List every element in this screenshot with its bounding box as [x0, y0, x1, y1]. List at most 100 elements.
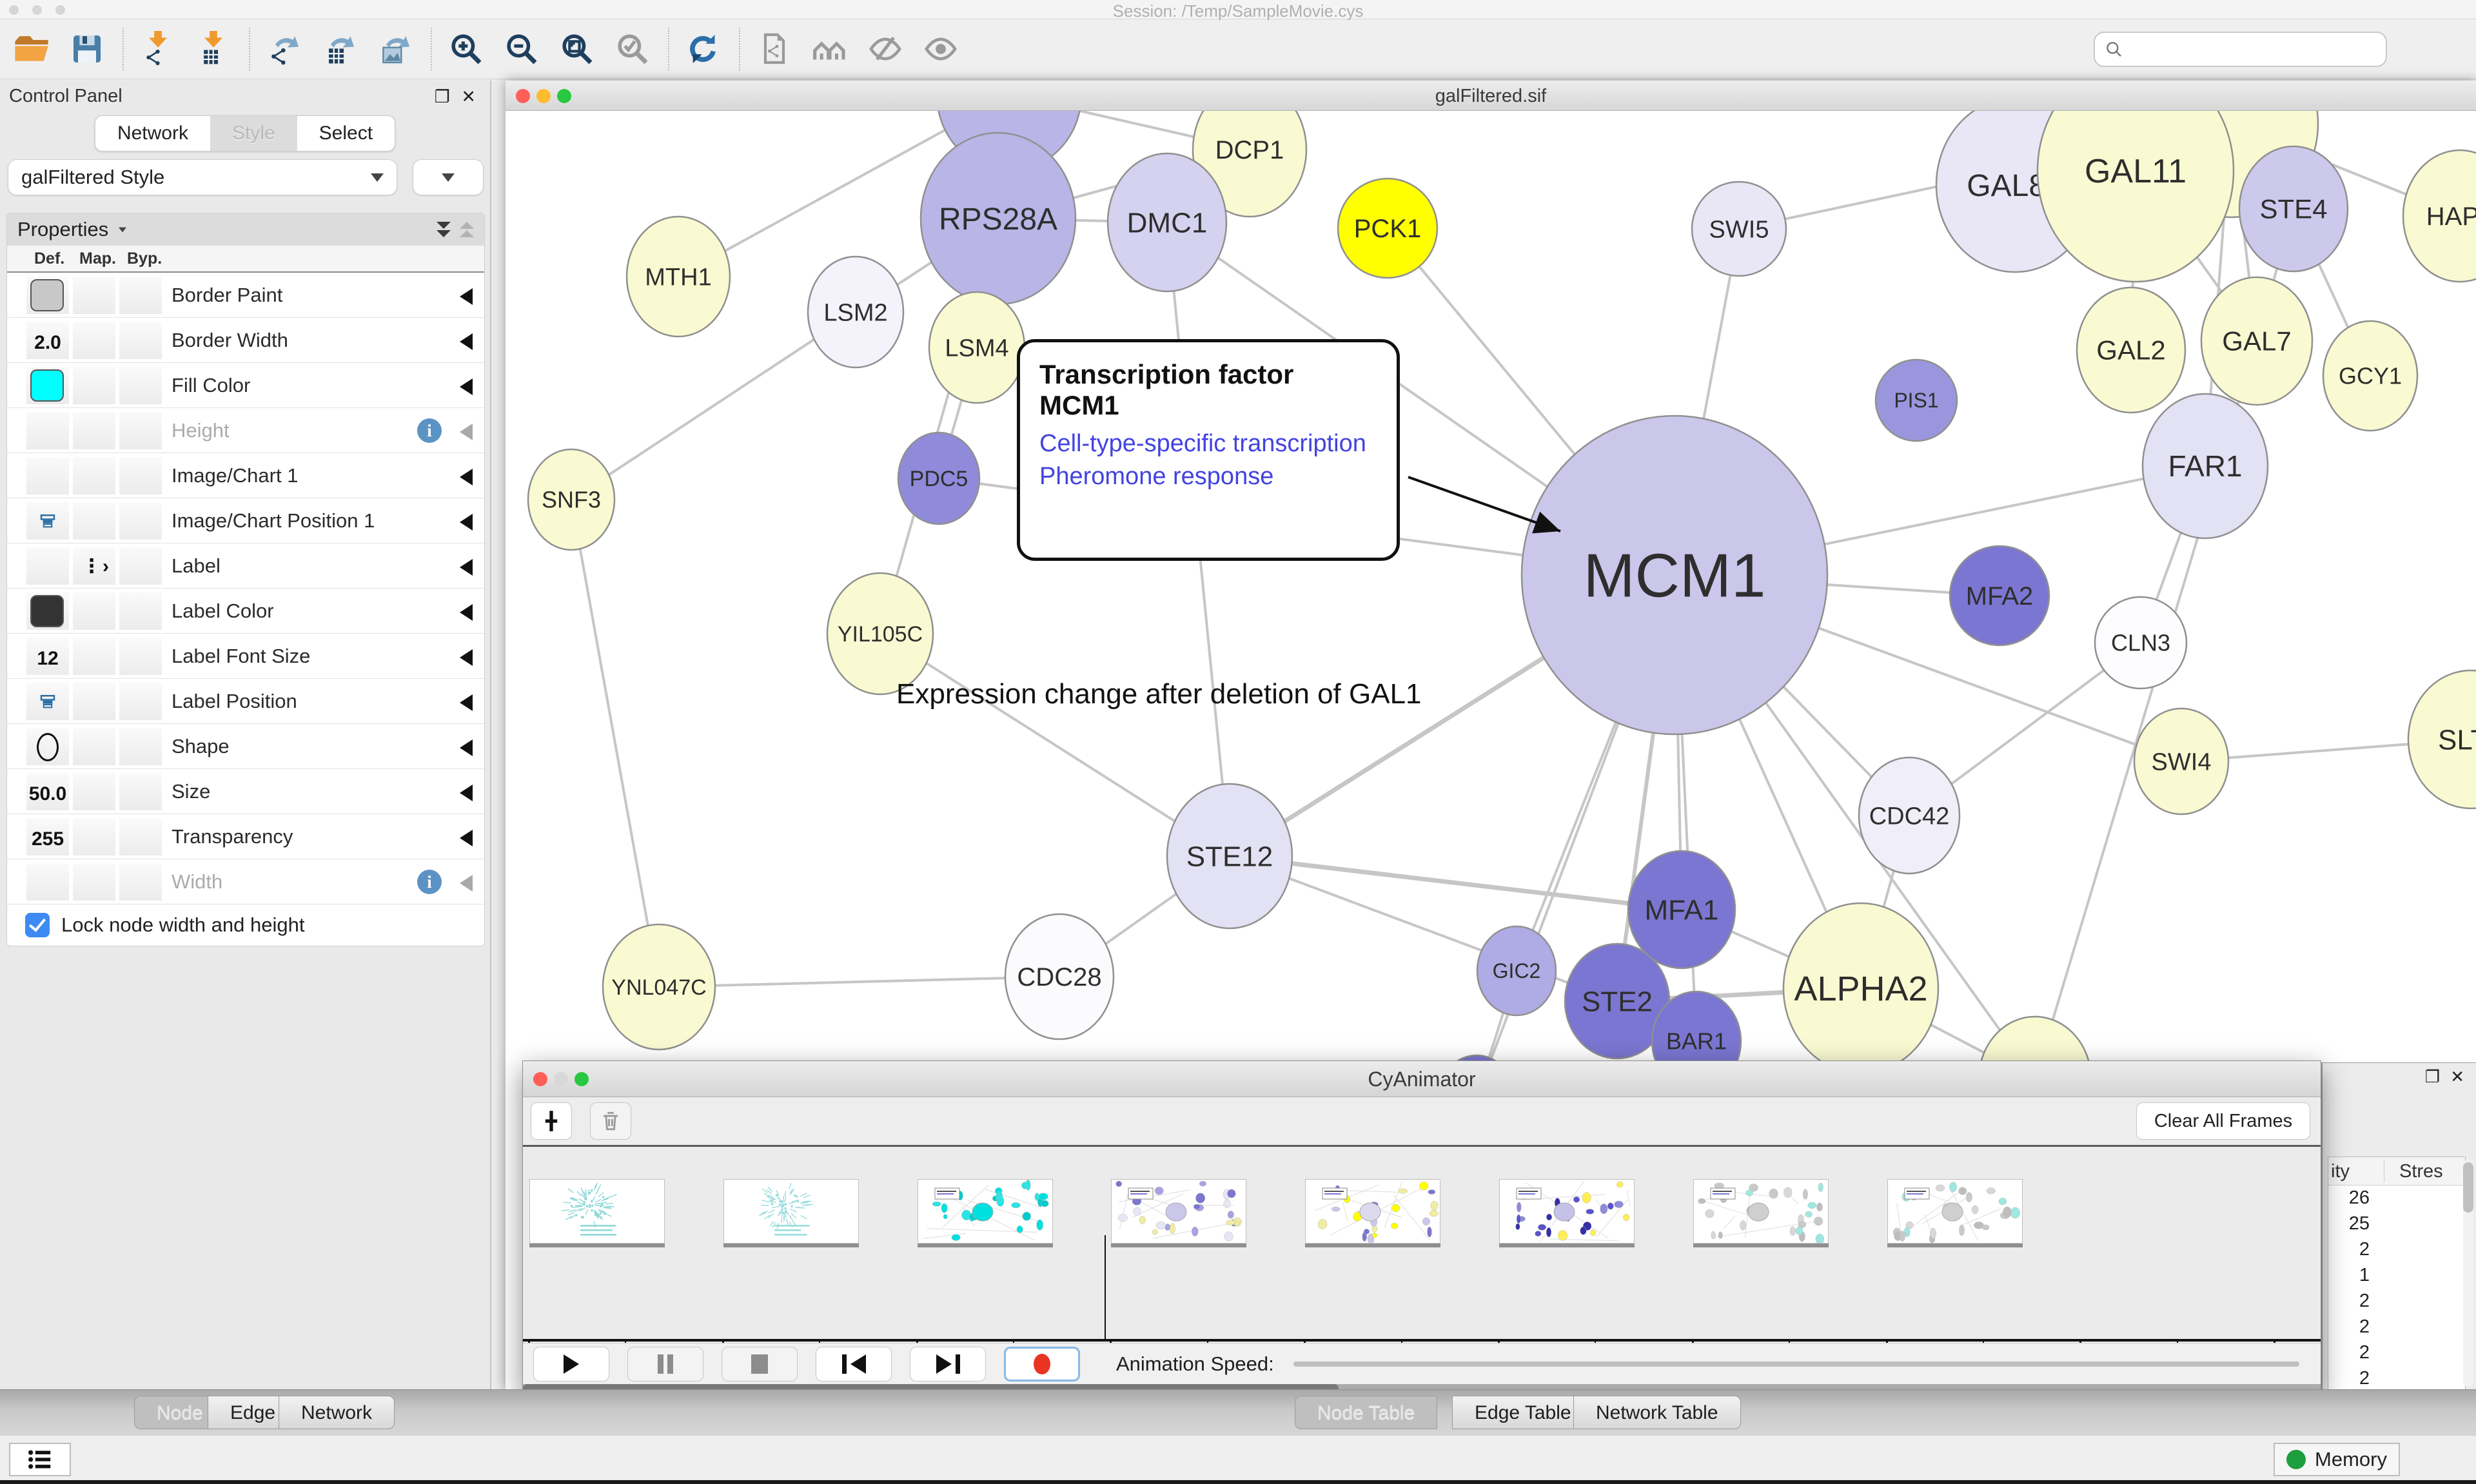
search-field[interactable]: [2125, 39, 2370, 60]
network-snapshot-button[interactable]: [754, 29, 794, 69]
style-options-button[interactable]: [413, 159, 484, 195]
bypass-cell[interactable]: [119, 367, 162, 404]
record-button[interactable]: [1004, 1347, 1080, 1381]
expand-property-icon[interactable]: [460, 288, 473, 305]
default-value-cell[interactable]: [26, 592, 69, 630]
property-row-label-color[interactable]: Label Color: [7, 589, 484, 634]
default-value-cell[interactable]: [26, 277, 69, 314]
status-menu-button[interactable]: [9, 1443, 71, 1476]
expand-property-icon[interactable]: [460, 694, 473, 711]
network-node-ALPHA2[interactable]: ALPHA2: [1783, 903, 1938, 1073]
network-node-GIC2[interactable]: GIC2: [1477, 926, 1556, 1015]
network-node-DMC1[interactable]: DMC1: [1108, 153, 1226, 291]
expand-property-icon[interactable]: [460, 559, 473, 576]
timeline-playhead[interactable]: [1105, 1235, 1106, 1340]
mapping-cell[interactable]: [73, 818, 115, 855]
network-node-STE12[interactable]: STE12: [1167, 784, 1292, 928]
panel-tab-network[interactable]: Network: [279, 1396, 395, 1429]
network-node-SNF3[interactable]: SNF3: [528, 449, 614, 550]
bypass-cell[interactable]: [119, 773, 162, 810]
collapse-all-icon[interactable]: [460, 222, 474, 237]
default-value-cell[interactable]: 255: [26, 818, 69, 855]
cyanimator-titlebar[interactable]: CyAnimator: [523, 1061, 2321, 1097]
table-row[interactable]: 2: [2328, 1340, 2465, 1366]
property-row-image-chart-position-1[interactable]: Image/Chart Position 1: [7, 498, 484, 543]
float-panel-icon[interactable]: ❐: [2425, 1067, 2440, 1087]
network-window-titlebar[interactable]: galFiltered.sif: [506, 81, 2476, 111]
default-value-cell[interactable]: [26, 502, 69, 540]
stop-button[interactable]: [722, 1347, 798, 1381]
frame-thumbnail-0[interactable]: [529, 1179, 665, 1244]
maximize-window-icon[interactable]: [557, 89, 571, 103]
bypass-cell[interactable]: [119, 818, 162, 855]
expand-property-icon[interactable]: [460, 378, 473, 395]
network-node-SWI4[interactable]: SWI4: [2134, 708, 2228, 814]
minimize-window-icon[interactable]: [536, 89, 551, 103]
open-session-button[interactable]: [12, 29, 52, 69]
network-edge[interactable]: [571, 312, 856, 500]
bypass-cell[interactable]: [119, 502, 162, 540]
maximize-window-icon[interactable]: [575, 1072, 589, 1086]
zoom-out-button[interactable]: [502, 29, 542, 69]
mapping-cell[interactable]: [73, 592, 115, 630]
network-node-YNL047C[interactable]: YNL047C: [603, 924, 715, 1050]
network-node-PCK1[interactable]: PCK1: [1338, 179, 1437, 278]
float-panel-icon[interactable]: ❐: [435, 87, 450, 107]
bypass-cell[interactable]: [119, 638, 162, 675]
property-row-transparency[interactable]: 255Transparency: [7, 814, 484, 859]
tab-network-table[interactable]: Network Table: [1573, 1396, 1741, 1429]
property-row-border-width[interactable]: 2.0Border Width: [7, 318, 484, 363]
property-row-image-chart-1[interactable]: Image/Chart 1: [7, 453, 484, 498]
bypass-cell[interactable]: [119, 728, 162, 765]
mapping-cell[interactable]: [73, 367, 115, 404]
property-row-fill-color[interactable]: Fill Color: [7, 363, 484, 408]
lock-dimensions-checkbox[interactable]: [25, 913, 50, 937]
default-value-cell[interactable]: [26, 863, 69, 901]
network-edge[interactable]: [659, 977, 1059, 987]
network-node-MTH1[interactable]: MTH1: [627, 217, 730, 337]
mapping-cell[interactable]: [73, 773, 115, 810]
network-node-GAL11[interactable]: GAL11: [2038, 111, 2234, 282]
close-window-icon[interactable]: [516, 89, 530, 103]
expand-property-icon[interactable]: [460, 785, 473, 801]
table-row[interactable]: 26: [2328, 1186, 2465, 1211]
expand-property-icon[interactable]: [460, 469, 473, 485]
property-row-width[interactable]: Widthi: [7, 859, 484, 904]
tab-network[interactable]: Network: [95, 116, 210, 151]
annotation-link[interactable]: Cell-type-specific transcription: [1039, 430, 1377, 458]
network-node-CDC28[interactable]: CDC28: [1005, 914, 1114, 1039]
save-session-button[interactable]: [67, 29, 107, 69]
network-node-HAP2[interactable]: HAP2: [2403, 150, 2476, 282]
mapping-cell[interactable]: [73, 277, 115, 314]
network-node-LSM4[interactable]: LSM4: [929, 292, 1025, 403]
properties-header[interactable]: Properties: [7, 213, 484, 246]
play-button[interactable]: [533, 1347, 609, 1381]
export-network-button[interactable]: [264, 29, 304, 69]
bypass-cell[interactable]: [119, 863, 162, 901]
memory-button[interactable]: Memory: [2274, 1443, 2400, 1476]
tab-node-table[interactable]: Node Table: [1295, 1396, 1437, 1429]
pause-button[interactable]: [627, 1347, 703, 1381]
property-row-size[interactable]: 50.0Size: [7, 769, 484, 814]
network-node-MCM1[interactable]: MCM1: [1522, 416, 1827, 734]
expand-property-icon[interactable]: [460, 514, 473, 531]
mapping-cell[interactable]: ⋮›: [73, 547, 115, 585]
timeline[interactable]: 0123456789 Seconds: [523, 1147, 2321, 1343]
expand-property-icon[interactable]: [460, 739, 473, 756]
search-input[interactable]: [2094, 32, 2387, 67]
frame-thumbnail-7[interactable]: [1887, 1179, 2023, 1244]
property-row-label-position[interactable]: Label Position: [7, 679, 484, 724]
mapping-cell[interactable]: [73, 502, 115, 540]
expand-all-icon[interactable]: [437, 222, 451, 237]
table-row[interactable]: 2: [2328, 1366, 2465, 1390]
network-node-LSM2[interactable]: LSM2: [808, 257, 903, 367]
expand-property-icon[interactable]: [460, 830, 473, 846]
refresh-styles-button[interactable]: [683, 29, 723, 69]
network-node-GAL7[interactable]: GAL7: [2201, 277, 2312, 405]
network-node-SWI5[interactable]: SWI5: [1692, 182, 1786, 276]
annotation-box[interactable]: Transcription factor MCM1 Cell-type-spec…: [1017, 339, 1400, 561]
mapping-cell[interactable]: [73, 322, 115, 359]
animation-speed-slider[interactable]: [1293, 1362, 2299, 1367]
bypass-cell[interactable]: [119, 412, 162, 449]
network-node-GAL2[interactable]: GAL2: [2077, 288, 2185, 413]
